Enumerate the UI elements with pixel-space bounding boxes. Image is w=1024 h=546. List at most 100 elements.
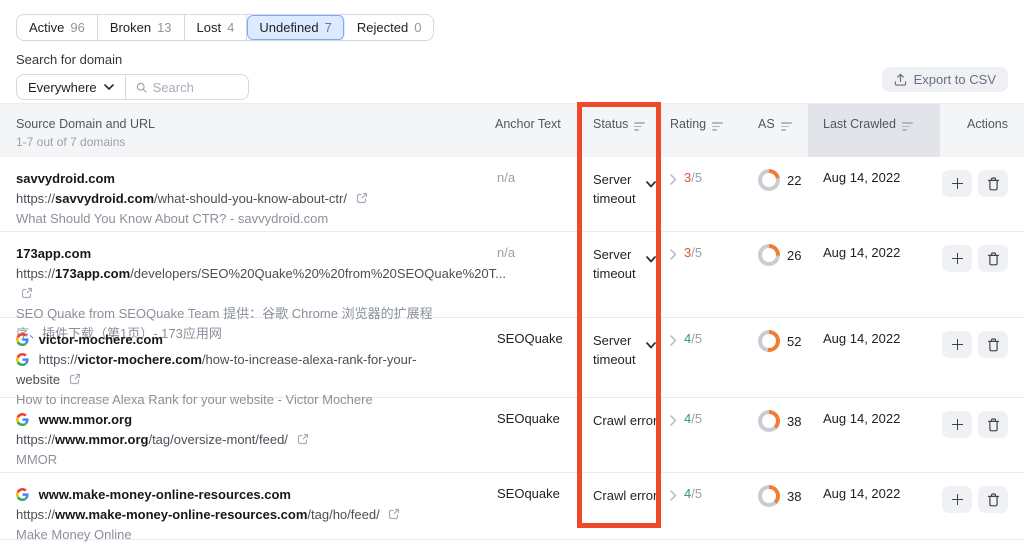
source-url[interactable]: victor-mochere.com (78, 352, 202, 367)
plus-icon (951, 419, 963, 430)
anchor-text: SEOQuake (497, 331, 563, 346)
anchor-text: SEOquake (497, 411, 560, 426)
scope-value: Everywhere (28, 79, 97, 95)
header-actions: Actions (967, 117, 1008, 131)
tab-label: Broken (109, 20, 152, 35)
delete-button[interactable] (978, 411, 1008, 438)
header-source: Source Domain and URL 1-7 out of 7 domai… (0, 104, 480, 157)
rating-cell[interactable]: 4/5 (660, 473, 743, 545)
source-url[interactable]: www.mmor.org (55, 432, 148, 447)
chevron-right-icon (670, 249, 677, 260)
sort-icon (634, 122, 646, 131)
authority-score-value: 22 (787, 173, 802, 188)
source-url[interactable]: 173app.com (55, 266, 130, 281)
source-domain-line: 173app.com (16, 244, 458, 264)
source-cell: victor-mochere.com https://victor-mocher… (0, 318, 480, 410)
status-value: Server timeout (593, 172, 636, 206)
source-cell: savvydroid.com https://savvydroid.com/wh… (0, 157, 480, 231)
add-button[interactable] (942, 411, 972, 438)
external-link-icon[interactable] (388, 508, 400, 520)
backlinks-page: Active 96 Broken 13 Lost 4 Undefined 7 R… (0, 0, 1024, 546)
results-range: 1-7 out of 7 domains (16, 135, 126, 149)
search-field-wrap (126, 75, 248, 99)
external-link-icon[interactable] (297, 433, 309, 445)
sort-icon (712, 122, 724, 131)
delete-button[interactable] (978, 245, 1008, 272)
source-domain[interactable]: victor-mochere.com (39, 332, 163, 347)
tab-undefined[interactable]: Undefined 7 (247, 15, 345, 40)
chevron-down-icon (646, 342, 656, 349)
actions-cell (940, 157, 1024, 231)
rating-cell[interactable]: 4/5 (660, 318, 743, 410)
scope-dropdown[interactable]: Everywhere (17, 75, 126, 99)
authority-score-cell: 38 (743, 473, 808, 545)
external-link-icon[interactable] (69, 373, 81, 385)
header-authority-score[interactable]: AS (743, 104, 808, 157)
add-button[interactable] (942, 486, 972, 513)
table-row: www.mmor.org https://www.mmor.org/tag/ov… (0, 398, 1024, 473)
tab-broken[interactable]: Broken 13 (98, 15, 185, 40)
tab-active[interactable]: Active 96 (17, 15, 98, 40)
source-domain[interactable]: www.mmor.org (39, 412, 132, 427)
tab-lost[interactable]: Lost 4 (185, 15, 248, 40)
tab-rejected[interactable]: Rejected 0 (345, 15, 434, 40)
tab-count: 96 (70, 20, 85, 35)
header-last-crawled[interactable]: Last Crawled (808, 104, 940, 157)
google-index-icon (16, 413, 29, 426)
add-button[interactable] (942, 331, 972, 358)
external-link-icon[interactable] (356, 192, 368, 204)
source-domain[interactable]: 173app.com (16, 246, 91, 261)
authority-score-cell: 22 (743, 157, 808, 231)
chevron-right-icon (670, 174, 677, 185)
trash-icon (987, 176, 999, 190)
source-url[interactable]: www.make-money-online-resources.com (55, 507, 307, 522)
backlinks-table: Source Domain and URL 1-7 out of 7 domai… (0, 103, 1024, 542)
authority-score-cell: 52 (743, 318, 808, 410)
last-crawled-date: Aug 14, 2022 (823, 170, 901, 185)
table-header: Source Domain and URL 1-7 out of 7 domai… (0, 103, 1024, 157)
authority-score-value: 38 (787, 489, 802, 504)
google-index-icon (16, 353, 29, 366)
export-to-csv-button[interactable]: Export to CSV (881, 67, 1008, 92)
authority-score-donut (758, 410, 780, 432)
header-rating[interactable]: Rating (660, 104, 743, 157)
plus-icon (951, 494, 963, 505)
chevron-right-icon (670, 490, 677, 501)
source-url-line: https://victor-mochere.com/how-to-increa… (16, 352, 417, 387)
authority-score-donut (758, 330, 780, 352)
add-button[interactable] (942, 170, 972, 197)
trash-icon (987, 417, 999, 431)
delete-button[interactable] (978, 170, 1008, 197)
source-cell: www.make-money-online-resources.com http… (0, 473, 480, 545)
last-crawled-date: Aug 14, 2022 (823, 411, 901, 426)
chevron-right-icon (670, 415, 677, 426)
table-row: 173app.com https://173app.com/developers… (0, 232, 1024, 341)
rating-cell[interactable]: 3/5 (660, 157, 743, 231)
source-domain[interactable]: www.make-money-online-resources.com (39, 487, 291, 502)
source-url-line: https://www.make-money-online-resources.… (16, 505, 458, 525)
page-title-snippet: Make Money Online (16, 527, 132, 542)
last-crawled-date: Aug 14, 2022 (823, 331, 901, 346)
external-link-icon[interactable] (21, 287, 33, 299)
delete-button[interactable] (978, 486, 1008, 513)
trash-icon (987, 337, 999, 351)
status-value: Server timeout (593, 247, 636, 281)
chevron-down-icon (103, 84, 114, 90)
add-button[interactable] (942, 245, 972, 272)
search-input[interactable] (152, 79, 238, 95)
status-cell: Crawl error (578, 398, 660, 472)
rating-cell[interactable]: 4/5 (660, 398, 743, 472)
authority-score-donut (758, 485, 780, 507)
source-domain[interactable]: savvydroid.com (16, 171, 115, 186)
status-cell: Crawl error (578, 473, 660, 545)
chevron-down-icon (646, 181, 656, 188)
sort-icon (780, 122, 792, 131)
status-dropdown[interactable]: Server timeout (578, 157, 660, 231)
delete-button[interactable] (978, 331, 1008, 358)
trash-icon (987, 251, 999, 265)
header-status[interactable]: Status (578, 104, 660, 157)
source-url[interactable]: savvydroid.com (55, 191, 154, 206)
header-source-label: Source Domain and URL (16, 117, 155, 131)
status-value: Crawl error (593, 413, 658, 428)
status-dropdown[interactable]: Server timeout (578, 318, 660, 410)
